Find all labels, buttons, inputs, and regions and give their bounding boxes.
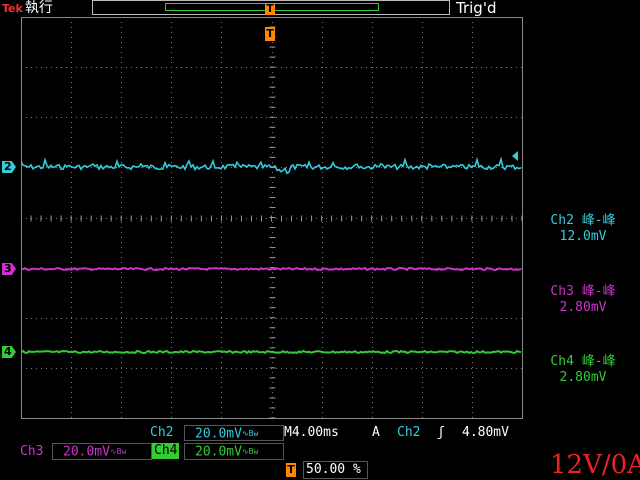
bw-limit-icon: ∿Bw [109,447,127,456]
measurement-value: 2.80mV [559,370,607,385]
measurement-ch2-peak-to-peak: Ch2 峰-峰 12.0mV [524,213,640,245]
rising-edge-icon: ʃ [437,425,445,440]
ch3-waveform [21,266,522,272]
ch4-waveform [21,349,522,355]
ch2-scale-value: 20.0mV [195,426,242,442]
ch3-scale-value: 20.0mV [63,444,110,460]
ch2-ground-marker[interactable]: 2 [2,161,16,173]
measurement-label: Ch3 峰-峰 [550,284,616,299]
brand-and-run-state: Tek 執行 [2,0,53,17]
trigger-position-icon: T [286,463,296,477]
acquisition-mode: 執行 [24,0,53,16]
ch4-ground-marker[interactable]: 4 [2,346,16,358]
measurement-label: Ch2 峰-峰 [550,213,616,228]
trigger-position-icon: T [265,2,275,15]
measurement-label: Ch4 峰-峰 [550,354,616,369]
trigger-level-readout[interactable]: 4.80mV [462,425,509,441]
ch4-label[interactable]: Ch4 [152,443,180,459]
ch3-scale-readout[interactable]: 20.0mV∿Bw [52,443,152,460]
trigger-position-marker: T [265,27,275,41]
measurement-ch4-peak-to-peak: Ch4 峰-峰 2.80mV [524,354,640,386]
measurement-value: 12.0mV [559,229,607,244]
ch3-label[interactable]: Ch3 [20,444,43,460]
ch3-ground-marker[interactable]: 3 [2,263,16,275]
timebase-readout[interactable]: M4.00ms [284,425,339,441]
bw-limit-icon: ∿Bw [241,429,259,438]
trigger-mode: A [372,425,380,440]
ch4-scale-value: 20.0mV [195,444,242,460]
ch2-scale-readout[interactable]: 20.0mV∿Bw [184,425,284,442]
brand-logo: Tek [2,2,23,15]
ch4-scale-readout[interactable]: 20.0mV∿Bw [184,443,284,460]
bw-limit-icon: ∿Bw [241,447,259,456]
ch2-label[interactable]: Ch2 [150,425,173,441]
load-condition-annotation: 12V/0A [550,450,640,480]
graticule [21,17,523,419]
measurement-value: 2.80mV [559,300,607,315]
trigger-status: Trig'd [456,0,497,17]
trigger-source[interactable]: Ch2 [397,425,420,441]
trigger-position-readout[interactable]: 50.00 % [303,461,368,479]
measurement-ch3-peak-to-peak: Ch3 峰-峰 2.80mV [524,284,640,316]
